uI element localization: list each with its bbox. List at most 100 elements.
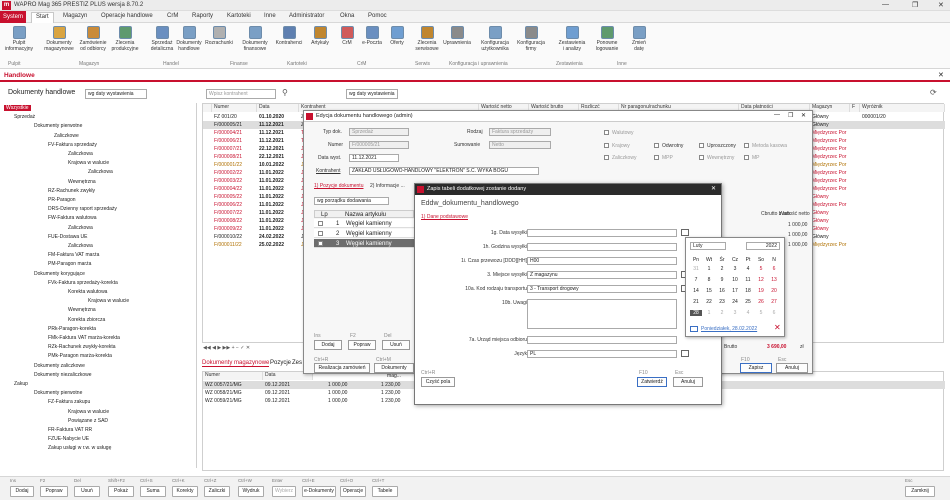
calendar-day[interactable]: 4 <box>742 266 754 272</box>
ribbon-button-8[interactable]: Dokumenty finansowe <box>238 26 272 52</box>
tree-node[interactable]: Korekta walutowa <box>68 289 107 295</box>
menu-tab-crm[interactable]: CrM <box>167 13 178 19</box>
calendar-day[interactable]: 21 <box>690 299 702 305</box>
calendar-day[interactable]: 23 <box>716 299 728 305</box>
extra-field-input[interactable]: 3 - Transport drogowy <box>527 285 677 293</box>
tab-dane-podstawowe[interactable]: 1) Dane podstawowe <box>421 214 468 220</box>
tree-node[interactable]: Dokumenty niezaliczkowe <box>34 372 92 378</box>
extra-field-input[interactable] <box>527 243 677 251</box>
extra-field-input[interactable]: Z magazynu <box>527 271 677 279</box>
extra-field-input[interactable]: H00 <box>527 257 677 265</box>
grid-header-numer[interactable]: Numer <box>212 104 257 112</box>
dokumenty-mag-button[interactable]: Dokumenty mag... <box>374 363 414 379</box>
tab-informacje[interactable]: 2) Informacje ... <box>370 183 405 189</box>
grid-header-magazyn[interactable]: Magazyn <box>810 104 850 112</box>
calendar-day[interactable]: 9 <box>716 277 728 283</box>
bottom-button-e-dokumenty[interactable]: e-Dokumenty <box>302 486 336 497</box>
minimize-button[interactable]: — <box>882 1 889 8</box>
tree-node[interactable]: FZUE-Nabycie UE <box>48 436 89 442</box>
ribbon-button-16[interactable]: Konfiguracja użytkownika <box>478 26 512 52</box>
ribbon-button-3[interactable]: Zamówienie od odbiorcy <box>76 26 110 52</box>
calendar-day[interactable]: 1 <box>703 310 715 316</box>
walutowy-checkbox[interactable] <box>604 130 609 135</box>
calendar-day[interactable]: 5 <box>755 266 767 272</box>
calendar-day[interactable]: 8 <box>703 277 715 283</box>
close-module-icon[interactable]: ✕ <box>938 71 944 79</box>
ribbon-button-14[interactable]: Zlecenia serwisowe <box>410 26 444 52</box>
tree-node[interactable]: Dokumenty pierwotne <box>34 123 82 129</box>
calendar-day[interactable]: 15 <box>703 288 715 294</box>
ribbon-button-4[interactable]: Zlecenia produkcyjne <box>108 26 142 52</box>
subgrid-header-numer[interactable]: Numer <box>203 372 263 380</box>
calendar-day[interactable]: 1 <box>703 266 715 272</box>
close-button[interactable]: ✕ <box>938 1 944 9</box>
zaliczkowy-checkbox[interactable] <box>604 155 609 160</box>
bottom-button-suma[interactable]: Suma <box>140 486 166 497</box>
realizacja-button[interactable]: Realizacja zamówień <box>314 363 370 373</box>
menu-system[interactable]: System <box>0 11 26 23</box>
extra-field-input[interactable] <box>527 299 677 329</box>
tree-node[interactable]: Zakup <box>14 381 28 387</box>
menu-tab-okna[interactable]: Okna <box>340 13 354 19</box>
calendar-day[interactable]: 19 <box>755 288 767 294</box>
tree-node[interactable]: FM-Faktura VAT marża <box>48 252 99 258</box>
calendar-day[interactable]: 3 <box>729 310 741 316</box>
calendar-day[interactable]: 3 <box>729 266 741 272</box>
dialog-close-icon[interactable]: ✕ <box>801 112 806 119</box>
menu-tab-inne[interactable]: Inne <box>264 13 276 19</box>
calendar-day[interactable]: 14 <box>690 288 702 294</box>
menu-tab-raporty[interactable]: Raporty <box>192 13 213 19</box>
calendar-day[interactable]: 18 <box>742 288 754 294</box>
tree-node[interactable]: Zaliczkowa <box>88 169 113 175</box>
confirm-button[interactable]: Zatwierdź <box>637 377 667 387</box>
tree-node[interactable]: FW-Faktura walutowa <box>48 215 97 221</box>
dialog-max-icon[interactable]: ❐ <box>788 112 793 119</box>
menu-tab-administrator[interactable]: Administrator <box>289 13 324 19</box>
tree-node[interactable]: FUE-Dostawa UE <box>48 234 87 240</box>
calendar-day[interactable]: 16 <box>716 288 728 294</box>
tab-pozycje[interactable]: Pozycje <box>270 360 291 366</box>
bottom-button-operacje[interactable]: Operacje <box>340 486 366 497</box>
extra-cancel-button[interactable]: Anuluj <box>673 377 703 387</box>
ribbon-button-18[interactable]: Zestawienia i analizy <box>555 26 589 52</box>
tree-node[interactable]: Sprzedaż <box>14 114 35 120</box>
dialog-min-icon[interactable]: — <box>774 112 780 118</box>
mpp-checkbox[interactable] <box>654 155 659 160</box>
data-wyst-field[interactable]: 11.12.2021 <box>349 154 399 162</box>
calendar-day[interactable]: 12 <box>755 277 767 283</box>
tree-node[interactable]: Krajowa w walucie <box>68 409 109 415</box>
bottom-button-pokaż[interactable]: Pokaż <box>108 486 134 497</box>
bottom-button-usuń[interactable]: Usuń <box>74 486 100 497</box>
cancel-button[interactable]: Anuluj <box>776 363 808 373</box>
tree-node[interactable]: RZk-Rachunek zwykły-korekta <box>48 344 116 350</box>
calendar-day[interactable]: 25 <box>742 299 754 305</box>
ribbon-button-1[interactable]: Pulpit informacyjny <box>2 26 36 52</box>
wewnetrzny-checkbox[interactable] <box>699 155 704 160</box>
calendar-day[interactable]: 6 <box>768 266 780 272</box>
calendar-day[interactable]: 27 <box>768 299 780 305</box>
bottom-button-wybierz[interactable]: Wybierz <box>272 486 296 497</box>
positions-sort-select[interactable]: wg porządku dodawania <box>314 197 389 205</box>
tree-node[interactable]: PM-Paragon marża <box>48 261 91 267</box>
extra-dialog-close-icon[interactable]: ✕ <box>711 185 716 192</box>
calendar-day[interactable]: 2 <box>716 310 728 316</box>
calendar-day[interactable]: 4 <box>742 310 754 316</box>
uproszczony-checkbox[interactable] <box>699 143 704 148</box>
ribbon-button-19[interactable]: Ponowne logowanie <box>590 26 624 52</box>
calendar-day[interactable]: 10 <box>729 277 741 283</box>
tree-node[interactable]: FV-Faktura sprzedaży <box>48 142 97 148</box>
tree-node[interactable]: FZ-Faktura zakupu <box>48 399 90 405</box>
tree-node[interactable]: PMk-Paragon marża-korekta <box>48 353 112 359</box>
calendar-day[interactable]: 20 <box>768 288 780 294</box>
position-checkbox[interactable] <box>318 231 323 236</box>
tree-node[interactable]: Krajowa w walucie <box>88 298 129 304</box>
mp-checkbox[interactable] <box>744 155 749 160</box>
dialog-edit-button[interactable]: Popraw <box>348 340 376 350</box>
calendar-day[interactable]: 31 <box>690 266 702 272</box>
tree-node[interactable]: DRS-Dzienny raport sprzedaży <box>48 206 117 212</box>
tree-node[interactable]: PRk-Paragon-korekta <box>48 326 96 332</box>
sort-select-right[interactable]: wg daty wystawienia <box>346 89 398 99</box>
tree-node[interactable]: Wewnętrzna <box>68 179 96 185</box>
tree-node[interactable]: Zaliczkowa <box>68 225 93 231</box>
krajowy-checkbox[interactable] <box>604 143 609 148</box>
